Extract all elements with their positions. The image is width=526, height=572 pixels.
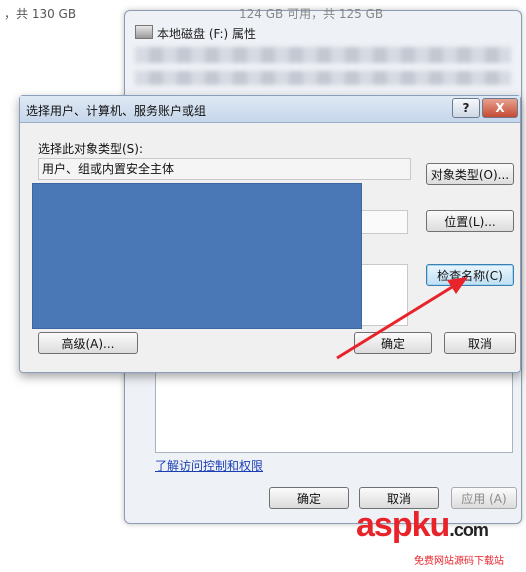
annotation-arrow-icon [336, 277, 468, 360]
watermark-subtitle: 免费网站源码下载站 [414, 556, 504, 567]
watermark-logo: aspku.com [356, 506, 489, 544]
watermark-tld: com [453, 520, 489, 540]
watermark-brand: aspku [356, 506, 450, 544]
